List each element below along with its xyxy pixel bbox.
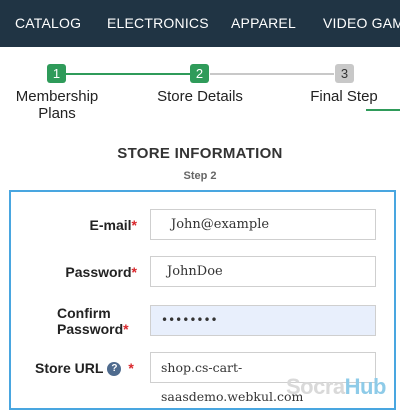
watermark-logo: SocraHub <box>286 374 386 400</box>
step-1-label-line2: Plans <box>38 105 76 122</box>
nav-item-electronics[interactable]: ELECTRONICS <box>107 15 209 31</box>
nav-item-video-games[interactable]: VIDEO GAMES <box>323 15 400 31</box>
password-label: Password* <box>11 264 137 280</box>
password-label-text: Password <box>65 264 132 280</box>
email-field[interactable]: John@example <box>150 209 376 240</box>
progress-stepper: 1 2 3 Membership Plans Store Details Fin… <box>0 47 400 127</box>
watermark-part2: Hub <box>344 374 387 399</box>
store-url-label-text: Store URL <box>35 360 104 376</box>
store-url-label: Store URL? * <box>11 360 137 377</box>
step-1-label-line1: Membership <box>15 88 99 105</box>
step-3-number: 3 <box>335 64 354 83</box>
help-icon[interactable]: ? <box>107 362 122 377</box>
confirm-label-line1: Confirm <box>57 305 111 321</box>
section-subtitle: Step 2 <box>183 170 217 182</box>
active-step-underline <box>366 109 400 111</box>
step-2-number: 2 <box>190 64 209 83</box>
confirm-label-line2: Password <box>57 321 124 337</box>
password-required-mark: * <box>131 264 137 280</box>
email-label-text: E-mail <box>89 217 132 233</box>
store-url-required-mark: * <box>128 360 134 376</box>
confirm-required-mark: * <box>123 321 129 337</box>
nav-item-catalog[interactable]: CATALOG <box>15 15 81 31</box>
step-3-label: Final Step <box>310 88 378 105</box>
stepper-connector-2 <box>210 73 334 75</box>
nav-item-apparel[interactable]: APPAREL <box>231 15 296 31</box>
step-2-label: Store Details <box>157 88 243 105</box>
confirm-password-field[interactable]: •••••••• <box>150 305 376 336</box>
watermark-part1: Socra <box>286 374 345 399</box>
password-field[interactable]: JohnDoe <box>150 256 376 287</box>
step-1-number: 1 <box>47 64 66 83</box>
email-required-mark: * <box>131 217 137 233</box>
confirm-password-label: Confirm Password* <box>11 305 137 337</box>
email-label: E-mail* <box>11 217 137 233</box>
stepper-connector-1 <box>66 73 190 75</box>
section-title: STORE INFORMATION <box>117 145 283 162</box>
step-1-label: Membership Plans <box>6 88 108 122</box>
top-nav: CATALOG ELECTRONICS APPAREL VIDEO GAMES <box>0 0 400 47</box>
